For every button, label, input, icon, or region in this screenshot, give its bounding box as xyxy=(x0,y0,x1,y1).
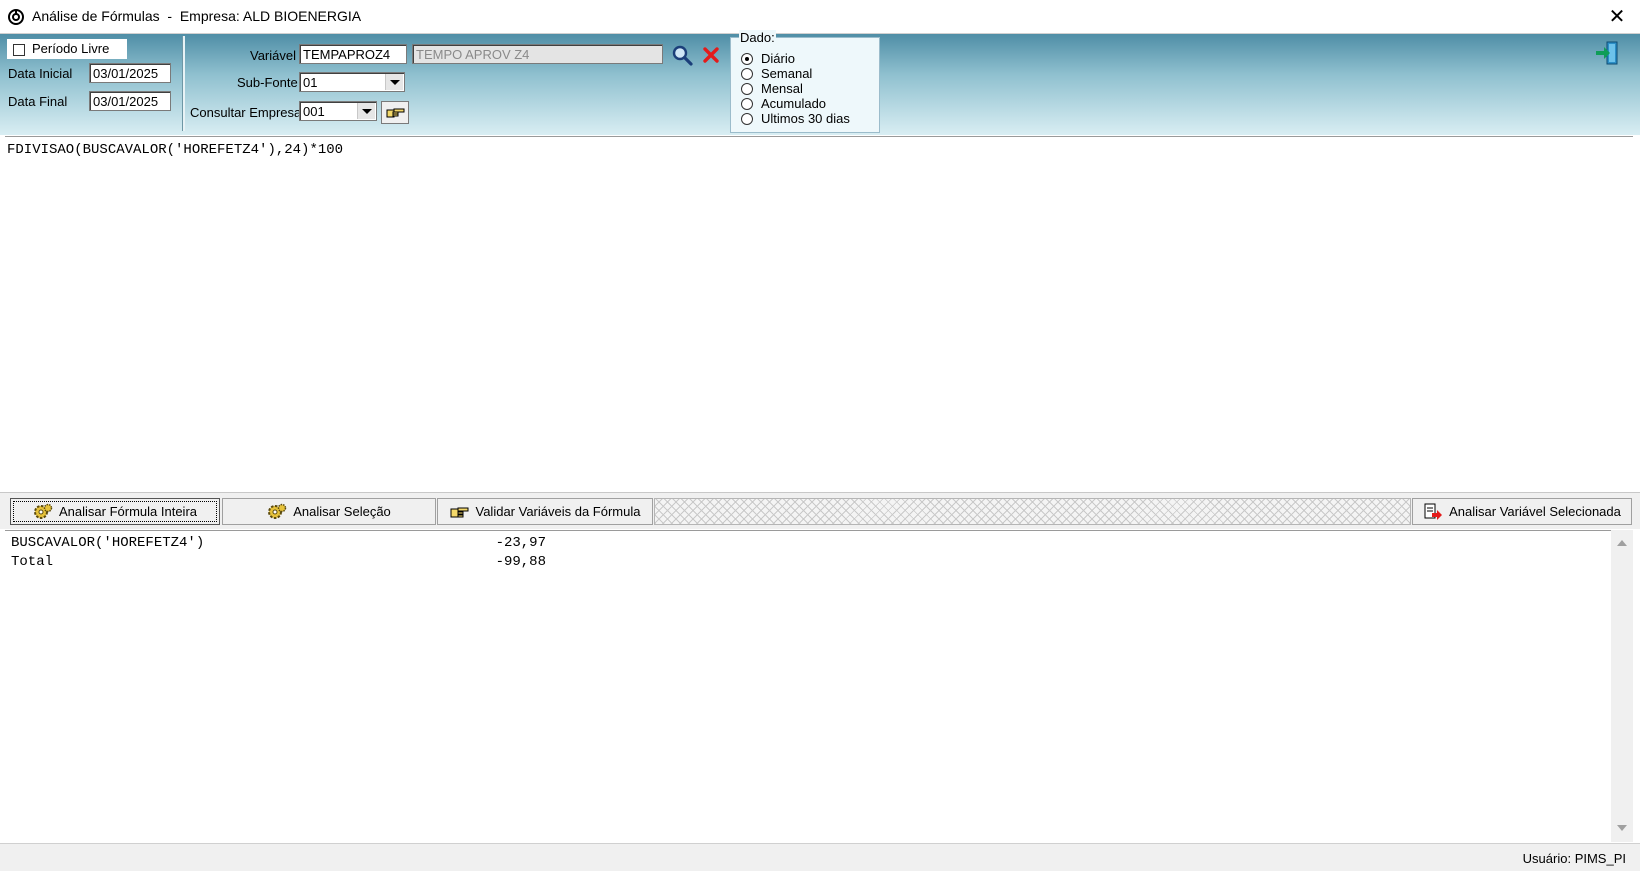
app-logo-icon xyxy=(8,9,24,25)
data-final-input[interactable]: 03/01/2025 xyxy=(89,91,171,111)
validar-variaveis-button[interactable]: Validar Variáveis da Fórmula xyxy=(437,498,653,525)
radio-button[interactable] xyxy=(741,53,753,65)
consultar-empresa-label: Consultar Empresa xyxy=(190,105,302,120)
radio-mensal[interactable]: Mensal xyxy=(741,81,803,96)
result-row-value: -99,88 xyxy=(495,554,546,570)
scroll-down-icon[interactable] xyxy=(1617,825,1627,831)
chevron-down-icon[interactable] xyxy=(357,103,375,119)
result-row-label[interactable]: Total xyxy=(11,554,53,570)
radio-diario[interactable]: Diário xyxy=(741,51,795,66)
radio-button[interactable] xyxy=(741,83,753,95)
gears-icon xyxy=(34,503,53,519)
formula-text[interactable]: FDIVISAO(BUSCAVALOR('HOREFETZ4'),24)*100 xyxy=(7,142,343,158)
gears-icon xyxy=(268,503,287,519)
document-arrow-icon xyxy=(1424,503,1443,520)
radio-label: Ultimos 30 dias xyxy=(761,111,850,126)
sub-fonte-value: 01 xyxy=(303,75,318,90)
close-button[interactable]: ✕ xyxy=(1602,4,1632,30)
formula-editor[interactable]: FDIVISAO(BUSCAVALOR('HOREFETZ4'),24)*100 xyxy=(5,136,1633,489)
clear-icon[interactable] xyxy=(702,46,720,64)
scroll-up-icon[interactable] xyxy=(1617,540,1627,546)
radio-label: Diário xyxy=(761,51,795,66)
consultar-empresa-button[interactable] xyxy=(381,101,409,124)
analisar-formula-label: Analisar Fórmula Inteira xyxy=(59,504,197,519)
result-row-label[interactable]: BUSCAVALOR('HOREFETZ4') xyxy=(11,535,204,551)
chevron-down-icon[interactable] xyxy=(385,74,403,90)
analisar-formula-inteira-button[interactable]: Analisar Fórmula Inteira xyxy=(10,498,220,525)
analisar-variavel-label: Analisar Variável Selecionada xyxy=(1449,504,1621,519)
title-bar: Análise de Fórmulas - Empresa: ALD BIOEN… xyxy=(0,0,1640,34)
data-inicial-input[interactable]: 03/01/2025 xyxy=(89,63,171,83)
status-user: Usuário: PIMS_PI xyxy=(1522,851,1626,866)
sub-fonte-label: Sub-Fonte xyxy=(237,75,298,90)
radio-button[interactable] xyxy=(741,98,753,110)
radio-label: Semanal xyxy=(761,66,813,81)
validar-variaveis-label: Validar Variáveis da Fórmula xyxy=(475,504,641,519)
data-final-label: Data Final xyxy=(8,94,68,109)
sub-fonte-select[interactable]: 01 xyxy=(299,72,405,92)
action-toolbar: Analisar Fórmula Inteira Analisar Seleçã… xyxy=(0,492,1640,529)
status-bar: Usuário: PIMS_PI xyxy=(0,843,1640,871)
exit-door-icon[interactable] xyxy=(1594,40,1620,66)
periodo-livre-label: Período Livre xyxy=(32,41,110,56)
data-inicial-label: Data Inicial xyxy=(8,66,73,81)
result-row-value: -23,97 xyxy=(495,535,546,551)
toolbar-spacer xyxy=(654,498,1411,525)
radio-label: Mensal xyxy=(761,81,803,96)
checklist-hand-icon xyxy=(450,507,468,517)
panel-divider xyxy=(182,36,185,131)
radio-semanal[interactable]: Semanal xyxy=(741,66,812,81)
window-title: Análise de Fórmulas - Empresa: ALD BIOEN… xyxy=(32,8,362,24)
radio-button[interactable] xyxy=(741,68,753,80)
dado-legend: Dado: xyxy=(739,30,776,45)
search-icon[interactable] xyxy=(671,44,693,66)
radio-button[interactable] xyxy=(741,113,753,125)
checkbox-box[interactable] xyxy=(13,44,25,56)
radio-label: Acumulado xyxy=(761,96,827,111)
variavel-label: Variável xyxy=(250,48,297,63)
radio-acumulado[interactable]: Acumulado xyxy=(741,96,826,111)
radio-ultimos-30-dias[interactable]: Ultimos 30 dias xyxy=(741,111,850,126)
analisar-selecao-label: Analisar Seleção xyxy=(293,504,391,519)
consultar-empresa-select[interactable]: 001 xyxy=(299,101,377,121)
periodo-livre-checkbox[interactable]: Período Livre xyxy=(7,39,127,59)
variavel-description-field: TEMPO APROV Z4 xyxy=(412,44,663,64)
variavel-code-input[interactable]: TEMPAPROZ4 xyxy=(299,44,407,64)
results-scrollbar[interactable] xyxy=(1611,530,1633,842)
analisar-selecao-button[interactable]: Analisar Seleção xyxy=(222,498,436,525)
consultar-empresa-value: 001 xyxy=(303,104,325,119)
hand-pointer-icon xyxy=(386,108,405,118)
results-list[interactable]: BUSCAVALOR('HOREFETZ4') -23,97 Total -99… xyxy=(5,530,1611,843)
analisar-variavel-selecionada-button[interactable]: Analisar Variável Selecionada xyxy=(1412,498,1632,525)
